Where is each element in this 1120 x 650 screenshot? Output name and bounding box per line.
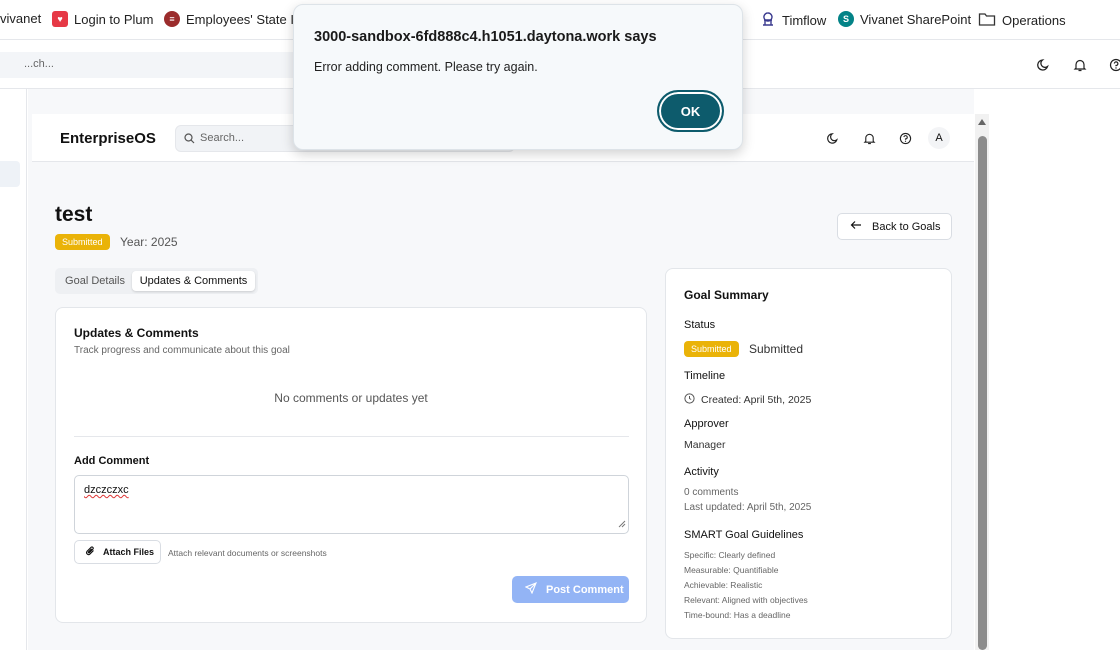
guideline-item: Time-bound: Has a deadline	[684, 610, 791, 620]
status-badge: Submitted	[684, 341, 739, 357]
sharepoint-icon: S	[838, 11, 854, 27]
help-icon[interactable]	[897, 130, 913, 146]
back-to-goals-button[interactable]: Back to Goals	[837, 213, 952, 240]
comment-draft-text: dzczczxc	[84, 484, 129, 496]
outer-sidebar	[0, 89, 27, 650]
ok-button[interactable]: OK	[657, 90, 724, 132]
back-label: Back to Goals	[872, 220, 941, 233]
arrow-left-icon	[850, 220, 862, 233]
created-date: Created: April 5th, 2025	[701, 394, 812, 406]
divider	[74, 436, 629, 437]
goal-summary-card: Goal Summary Status Submitted Submitted …	[665, 268, 952, 639]
summary-title: Goal Summary	[684, 288, 769, 302]
bell-icon[interactable]	[861, 130, 877, 146]
scroll-up-arrow-icon[interactable]	[978, 119, 986, 125]
help-icon[interactable]	[1108, 57, 1120, 73]
sidebar-active-item[interactable]	[0, 161, 20, 187]
alert-dialog: 3000-sandbox-6fd888c4.h1051.daytona.work…	[293, 4, 743, 150]
dialog-title: 3000-sandbox-6fd888c4.h1051.daytona.work…	[314, 29, 657, 45]
esic-icon: ≡	[164, 11, 180, 27]
smart-guidelines-label: SMART Goal Guidelines	[684, 529, 804, 541]
bookmark-timflow[interactable]: Timflow	[760, 11, 826, 30]
last-updated: Last updated: April 5th, 2025	[684, 502, 812, 513]
approver-value: Manager	[684, 439, 726, 451]
avatar[interactable]: A	[928, 127, 950, 149]
send-icon	[524, 582, 537, 597]
timflow-icon	[760, 11, 776, 30]
brand-logo[interactable]: EnterpriseOS	[60, 130, 156, 147]
scroll-thumb[interactable]	[978, 136, 987, 650]
guideline-item: Specific: Clearly defined	[684, 550, 776, 560]
bookmark-label: Timflow	[782, 13, 827, 28]
bookmark-login-to-plum[interactable]: ♥ Login to Plum	[52, 11, 154, 27]
guideline-item: Measurable: Quantifiable	[684, 565, 779, 575]
comments-count: 0 comments	[684, 487, 739, 498]
activity-label: Activity	[684, 466, 719, 478]
paperclip-icon	[85, 545, 96, 559]
comment-textarea[interactable]: dzczczxc	[74, 475, 629, 534]
bookmark-operations[interactable]: Operations	[978, 11, 1066, 30]
timeline-label: Timeline	[684, 370, 726, 382]
bookmark-label: Operations	[1002, 13, 1066, 28]
scrollbar[interactable]	[975, 114, 989, 650]
bookmark-label: vivanet	[0, 11, 42, 26]
dialog-message: Error adding comment. Please try again.	[314, 60, 538, 74]
bookmark-vivanet-sharepoint[interactable]: S Vivanet SharePoint	[838, 11, 971, 27]
search-icon	[184, 133, 195, 147]
tab-updates-comments[interactable]: Updates & Comments	[132, 271, 255, 291]
page-title: test	[55, 203, 93, 226]
resize-handle-icon[interactable]	[618, 519, 626, 531]
card-subtitle: Track progress and communicate about thi…	[74, 345, 290, 356]
updates-comments-card: Updates & Comments Track progress and co…	[55, 307, 647, 623]
bookmark-esic[interactable]: ≡ Employees' State In...	[164, 11, 312, 27]
attach-files-button[interactable]: Attach Files	[74, 540, 161, 564]
attach-label: Attach Files	[103, 547, 155, 557]
bookmark-label: Login to Plum	[74, 11, 154, 27]
outer-search-placeholder: ...ch...	[24, 58, 54, 70]
status-label: Status	[684, 319, 716, 331]
card-title: Updates & Comments	[74, 326, 199, 340]
tab-list: Goal Details Updates & Comments	[55, 268, 258, 294]
status-badge: Submitted	[55, 234, 110, 250]
folder-icon	[978, 11, 996, 30]
created-row: Created: April 5th, 2025	[684, 391, 811, 409]
post-label: Post Comment	[546, 583, 624, 596]
bookmark-label: Vivanet SharePoint	[860, 11, 972, 27]
moon-icon[interactable]	[825, 130, 841, 146]
moon-icon[interactable]	[1036, 57, 1052, 73]
guideline-item: Relevant: Aligned with objectives	[684, 595, 808, 605]
goal-year: Year: 2025	[120, 235, 178, 249]
add-comment-label: Add Comment	[74, 455, 150, 467]
clock-icon	[684, 391, 695, 409]
plum-icon: ♥	[52, 11, 68, 27]
attach-hint-text: Attach relevant documents or screenshots	[168, 548, 327, 558]
post-comment-button[interactable]: Post Comment	[512, 576, 629, 603]
empty-state-text: No comments or updates yet	[274, 391, 428, 405]
bell-icon[interactable]	[1072, 57, 1088, 73]
tab-goal-details[interactable]: Goal Details	[58, 271, 132, 291]
search-placeholder: Search...	[200, 132, 245, 144]
status-text: Submitted	[749, 342, 804, 356]
approver-label: Approver	[684, 418, 729, 430]
guideline-item: Achievable: Realistic	[684, 580, 763, 590]
bookmark-vivanet[interactable]: vivanet	[0, 11, 41, 26]
